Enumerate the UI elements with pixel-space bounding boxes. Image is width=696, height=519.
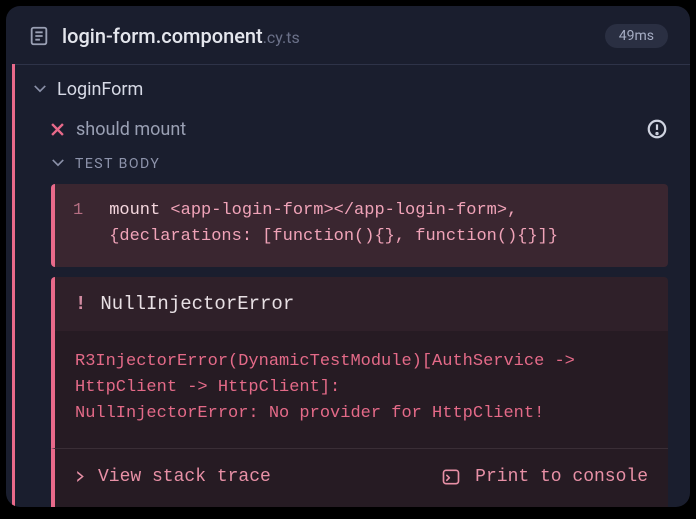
command-log-entry[interactable]: 1 mount <app-login-form></app-login-form… — [51, 184, 668, 267]
fail-rail: LoginForm should mount TEST BODY 1 mou — [12, 64, 690, 507]
command-text: mount <app-login-form></app-login-form>,… — [109, 198, 650, 251]
console-icon — [441, 467, 461, 487]
warning-circle-icon[interactable] — [646, 118, 668, 140]
duration-badge: 49ms — [605, 24, 668, 48]
view-stack-trace-button[interactable]: View stack trace — [98, 467, 271, 487]
chevron-down-icon — [51, 157, 65, 171]
suite-row[interactable]: LoginForm — [15, 65, 690, 112]
file-name: login-form.component.cy.ts — [62, 24, 300, 48]
test-body-header[interactable]: TEST BODY — [15, 152, 690, 184]
mount-keyword: mount — [109, 201, 160, 220]
file-basename: login-form.component — [62, 24, 263, 48]
test-name: should mount — [76, 119, 186, 140]
test-runner-panel: login-form.component.cy.ts 49ms LoginFor… — [6, 6, 690, 507]
print-to-console-button[interactable]: Print to console — [475, 467, 648, 487]
chevron-down-icon — [33, 83, 47, 97]
error-title: NullInjectorError — [100, 293, 294, 315]
line-number: 1 — [73, 198, 83, 251]
error-actions: View stack trace Print to console — [51, 448, 668, 507]
file-icon — [28, 25, 50, 47]
test-row[interactable]: should mount — [15, 112, 690, 152]
file-header: login-form.component.cy.ts 49ms — [6, 6, 690, 64]
command-args: <app-login-form></app-login-form>, {decl… — [109, 201, 558, 246]
bang-icon: ! — [75, 293, 86, 315]
test-body-label: TEST BODY — [75, 156, 160, 172]
error-title-block: ! NullInjectorError — [51, 277, 668, 331]
error-message: R3InjectorError(DynamicTestModule)[AuthS… — [51, 331, 668, 448]
chevron-right-icon — [75, 471, 86, 482]
fail-x-icon — [51, 123, 64, 136]
suite-name: LoginForm — [57, 79, 143, 100]
file-extension: .cy.ts — [263, 28, 300, 47]
